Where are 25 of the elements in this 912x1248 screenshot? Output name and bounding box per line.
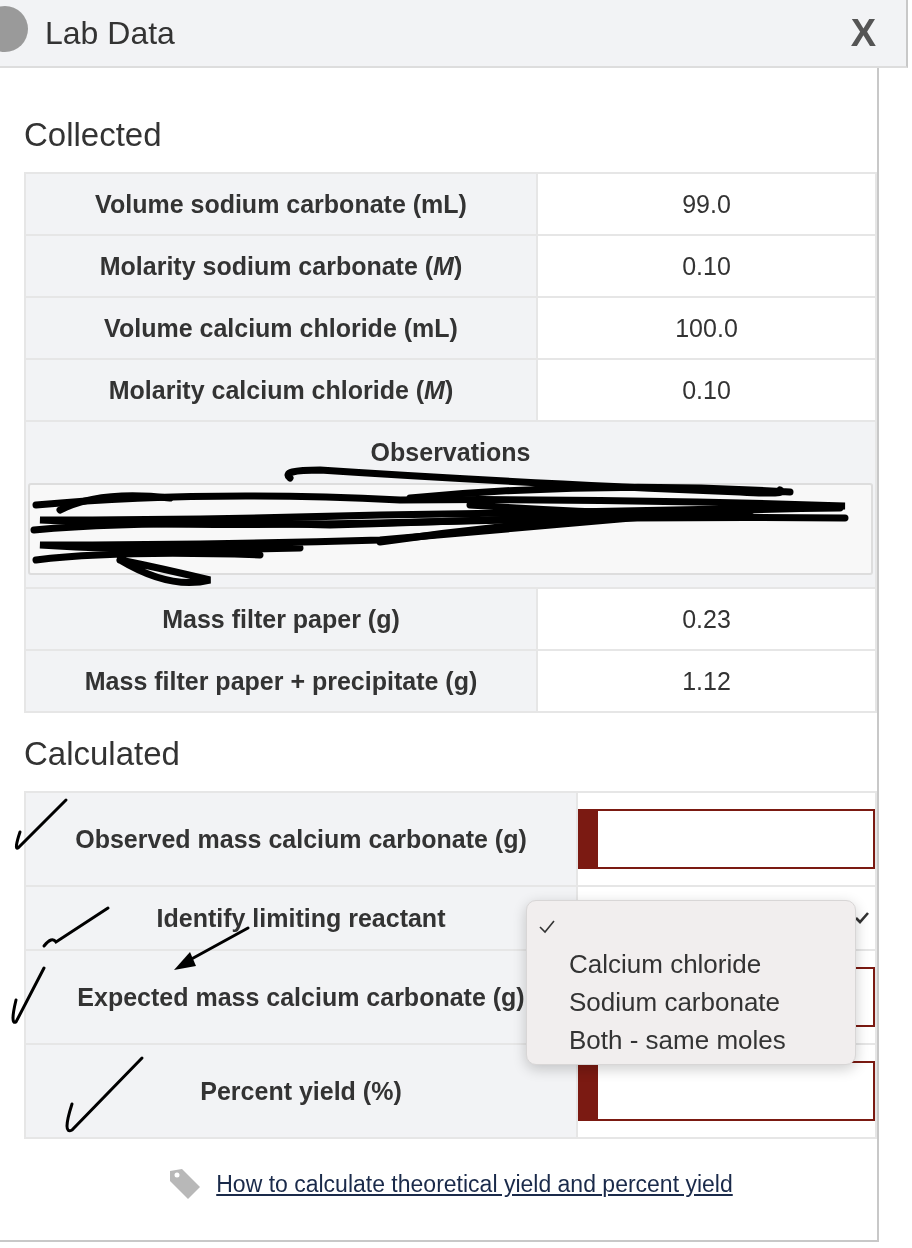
table-cell: Molarity sodium carbonate (M) <box>25 235 537 297</box>
handwritten-checkmark <box>14 798 68 850</box>
handwritten-checkmark <box>42 906 110 948</box>
table-cell: Molarity calcium chloride (M) <box>25 359 537 421</box>
help-link[interactable]: How to calculate theoretical yield and percent yield <box>216 1170 733 1198</box>
table-cell: Mass filter paper + precipitate (g) <box>25 650 537 712</box>
table-cell: Volume sodium carbonate (mL) <box>25 173 537 235</box>
table-cell: 0.10 <box>537 235 876 297</box>
window-title: Lab Data <box>45 14 175 52</box>
table-cell: Volume calcium chloride (mL) <box>25 297 537 359</box>
table-cell: Observed mass calcium carbonate (g) <box>25 792 577 886</box>
table-cell: Mass filter paper (g) <box>25 588 537 650</box>
check-icon <box>539 920 555 934</box>
table-cell: 0.23 <box>537 588 876 650</box>
tag-icon <box>168 1167 203 1201</box>
table-cell: 99.0 <box>537 173 876 235</box>
section-heading: Collected <box>24 116 163 154</box>
menu-item[interactable]: Sodium carbonate <box>527 983 855 1021</box>
table-cell: 1.12 <box>537 650 876 712</box>
close-button[interactable]: X <box>850 11 876 55</box>
check-icon <box>855 912 869 924</box>
observations-label: Observations <box>369 437 532 468</box>
section-heading: Calculated <box>24 735 181 773</box>
handwritten-checkmark <box>11 966 46 1024</box>
table-cell: 100.0 <box>537 297 876 359</box>
